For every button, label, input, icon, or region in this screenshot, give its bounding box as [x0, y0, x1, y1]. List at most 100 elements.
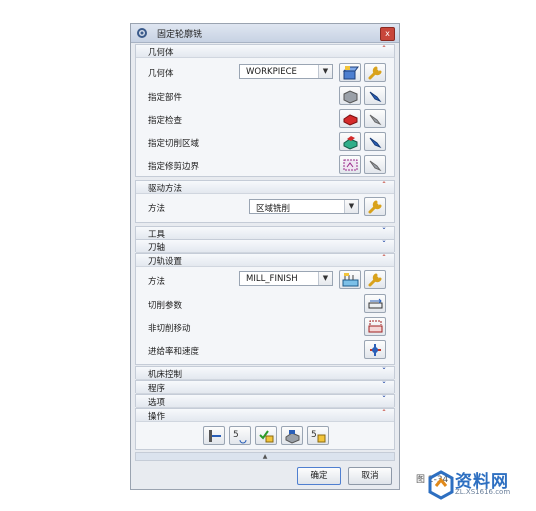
wrench-icon [368, 200, 382, 214]
options-label: 选项 [148, 398, 166, 408]
specify-part-select-button[interactable] [339, 86, 361, 105]
chevron-down-icon[interactable]: ▼ [318, 272, 332, 285]
specify-trim-boundary-select-button[interactable] [339, 155, 361, 174]
geometry-section-label: 几何体 [148, 48, 174, 58]
flashlight-icon [369, 114, 382, 126]
specify-cut-area-label: 指定切削区域 [148, 139, 200, 149]
geometry-select[interactable]: WORKPIECE ▼ [239, 64, 333, 79]
program-panel: 程序 ˇ [135, 380, 395, 394]
new-method-icon [342, 273, 359, 287]
edit-drive-method-button[interactable] [364, 197, 386, 216]
path-method-value: MILL_FINISH [246, 274, 298, 284]
specify-cut-area-select-button[interactable] [339, 132, 361, 151]
specify-part-label: 指定部件 [148, 93, 183, 103]
options-panel: 选项 ˇ [135, 394, 395, 408]
svg-text:5: 5 [233, 430, 239, 440]
wrench-icon [368, 66, 382, 80]
confirm-icon [259, 430, 274, 443]
collapse-chevron-icon[interactable]: ˆ [382, 45, 386, 54]
chevron-down-icon[interactable]: ▼ [318, 65, 332, 78]
display-trim-boundary-button[interactable] [364, 155, 386, 174]
trim-boundary-icon [343, 159, 358, 171]
confirm-button[interactable] [255, 426, 277, 445]
program-header[interactable]: 程序 ˇ [136, 381, 394, 394]
actions-section-label: 操作 [148, 412, 166, 422]
expand-chevron-icon[interactable]: ˇ [382, 227, 386, 236]
ok-button[interactable]: 确定 [297, 467, 341, 485]
gear-icon [137, 28, 147, 38]
cancel-button[interactable]: 取消 [348, 467, 392, 485]
display-part-button[interactable] [364, 86, 386, 105]
path-settings-panel: 刀轨设置 ˆ 方法 MILL_FINISH ▼ 切削参数 非切削移动 进给率和速… [135, 253, 395, 365]
list-icon [285, 430, 300, 444]
expand-chevron-icon[interactable]: ˇ [382, 381, 386, 390]
display-check-button[interactable] [364, 109, 386, 128]
machine-control-panel: 机床控制 ˇ [135, 366, 395, 380]
watermark-logo-icon [428, 470, 454, 500]
specify-check-select-button[interactable] [339, 109, 361, 128]
geometry-section-header[interactable]: 几何体 ˆ [136, 45, 394, 58]
expand-more-bar[interactable]: ▲ [135, 452, 395, 461]
non-cut-moves-label: 非切削移动 [148, 324, 191, 334]
flashlight-icon [369, 137, 382, 149]
dialog-titlebar[interactable]: 固定轮廓铣 x [131, 24, 399, 43]
replay-button[interactable]: 5 [229, 426, 251, 445]
specify-check-label: 指定检查 [148, 116, 183, 126]
display-cut-area-button[interactable] [364, 132, 386, 151]
cut-params-button[interactable] [364, 294, 386, 313]
list-button[interactable] [281, 426, 303, 445]
tool-axis-panel: 刀轴 ˇ [135, 239, 395, 253]
cut-area-icon [343, 136, 358, 150]
non-cut-moves-icon [368, 320, 383, 333]
feeds-speeds-label: 进给率和速度 [148, 347, 200, 357]
expand-chevron-icon[interactable]: ˇ [382, 367, 386, 376]
watermark-site-url: ZL.XS1616.com [455, 488, 511, 496]
tool-panel: 工具 ˇ [135, 226, 395, 240]
dialog-title: 固定轮廓铣 [157, 30, 203, 40]
drive-method-panel: 驱动方法 ˆ 方法 区域铣削 ▼ [135, 180, 395, 223]
machine-control-label: 机床控制 [148, 370, 183, 380]
collapse-chevron-icon[interactable]: ˆ [382, 181, 386, 190]
feeds-speeds-icon [370, 344, 381, 356]
path-section-label: 刀轨设置 [148, 257, 183, 267]
new-method-button[interactable] [339, 270, 361, 289]
axis-section-label: 刀轴 [148, 243, 166, 253]
chevron-up-icon[interactable]: ▲ [263, 453, 268, 460]
edit-geometry-button[interactable] [364, 63, 386, 82]
expand-chevron-icon[interactable]: ˇ [382, 240, 386, 249]
flashlight-icon [369, 160, 382, 172]
check-geometry-icon [343, 114, 358, 126]
drive-method-select[interactable]: 区域铣削 ▼ [249, 199, 359, 214]
options-header[interactable]: 选项 ˇ [136, 395, 394, 408]
svg-text:5: 5 [311, 430, 317, 440]
close-button[interactable]: x [380, 27, 395, 41]
wrench-icon [368, 273, 382, 287]
collapse-chevron-icon[interactable]: ˆ [382, 254, 386, 263]
collapse-chevron-icon[interactable]: ˆ [382, 409, 386, 418]
drive-method-label: 方法 [148, 204, 166, 214]
specify-trim-boundary-label: 指定修剪边界 [148, 162, 200, 172]
geometry-label: 几何体 [148, 69, 174, 79]
expand-chevron-icon[interactable]: ˇ [382, 395, 386, 404]
path-method-select[interactable]: MILL_FINISH ▼ [239, 271, 333, 286]
cut-params-icon [368, 298, 383, 309]
new-geometry-icon [342, 66, 359, 80]
path-section-header[interactable]: 刀轨设置 ˆ [136, 254, 394, 267]
actions-section-header[interactable]: 操作 ˆ [136, 409, 394, 422]
fixed-contour-mill-dialog: 固定轮廓铣 x 几何体 ˆ 几何体 WORKPIECE ▼ 指定部件 指定检查 … [130, 23, 400, 490]
drive-section-header[interactable]: 驱动方法 ˆ [136, 181, 394, 194]
part-icon [343, 90, 358, 104]
edit-method-button[interactable] [364, 270, 386, 289]
verify-button[interactable]: 5 [307, 426, 329, 445]
drive-method-value: 区域铣削 [256, 204, 291, 214]
feeds-speeds-button[interactable] [364, 340, 386, 359]
actions-panel: 操作 ˆ 5 5 [135, 408, 395, 450]
non-cut-moves-button[interactable] [364, 317, 386, 336]
axis-section-header[interactable]: 刀轴 ˇ [136, 240, 394, 253]
new-geometry-button[interactable] [339, 63, 361, 82]
machine-control-header[interactable]: 机床控制 ˇ [136, 367, 394, 380]
generate-button[interactable] [203, 426, 225, 445]
geometry-panel: 几何体 ˆ 几何体 WORKPIECE ▼ 指定部件 指定检查 指定切削区域 指… [135, 44, 395, 177]
flashlight-icon [369, 91, 382, 103]
chevron-down-icon[interactable]: ▼ [344, 200, 358, 213]
